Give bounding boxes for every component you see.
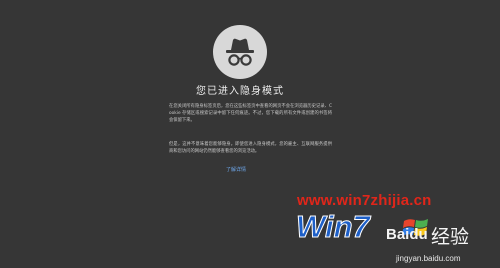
learn-more-link[interactable]: 了解详情 — [226, 166, 246, 173]
watermark-jingyan-label: 经验 — [431, 227, 470, 248]
page-title: 您已进入隐身模式 — [196, 86, 284, 97]
incognito-description: 在您关闭所有隐身标签页后，您在这些标签页中查看的网页不会在浏览器历史记录、Coo… — [169, 104, 332, 124]
watermark-site-url: www.win7zhijia.cn — [297, 192, 432, 209]
incognito-icon — [213, 25, 267, 79]
watermark-baidu-url: jingyan.baidu.com — [396, 254, 461, 263]
incognito-new-tab-page: 您已进入隐身模式 在您关闭所有隐身标签页后，您在这些标签页中查看的网页不会在浏览… — [0, 0, 500, 268]
incognito-warning: 但是，这并不意味着您能够隐身。即使您进入隐身模式，您的雇主、互联网服务提供商和您… — [169, 142, 332, 155]
watermark-win7-logo: Win7 — [296, 209, 371, 244]
watermark-baidu-label: Baidu — [386, 226, 428, 243]
